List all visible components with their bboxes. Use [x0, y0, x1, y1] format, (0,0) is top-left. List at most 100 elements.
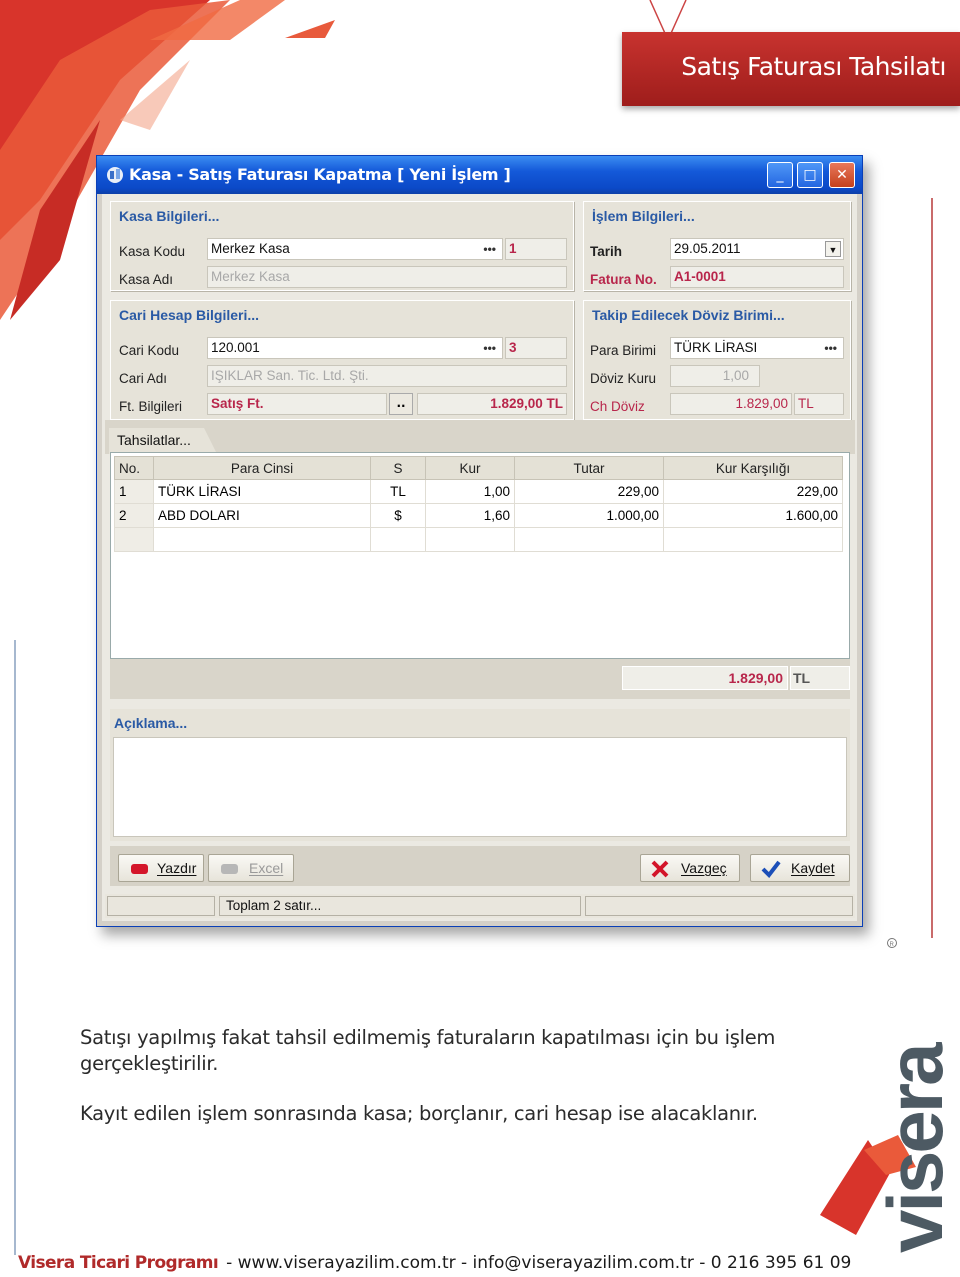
status-cell-1 — [107, 896, 215, 916]
printer-icon — [131, 864, 148, 874]
tab-bar: Tahsilatlar... — [105, 420, 855, 454]
total-amount: 1.829,00 — [622, 666, 788, 690]
app-window: Kasa - Satış Faturası Kapatma [ Yeni İşl… — [96, 155, 863, 927]
cell-empty — [425, 527, 515, 552]
cell-tutar: 1.000,00 — [514, 503, 664, 528]
kasa-kodu-label: Kasa Kodu — [119, 244, 186, 259]
tarih-input[interactable]: 29.05.2011 ▼ — [670, 238, 844, 260]
col-s[interactable]: S — [370, 456, 426, 480]
vazgec-button[interactable]: Vazgeç — [640, 854, 740, 882]
left-divider — [14, 640, 16, 1255]
app-icon — [107, 167, 123, 183]
kaydet-button[interactable]: Kaydet — [750, 854, 850, 882]
cari-adi-label: Cari Adı — [119, 371, 168, 386]
status-bar: Toplam 2 satır... — [105, 894, 855, 918]
kasa-panel-title: Kasa Bilgileri... — [119, 208, 220, 224]
button-bar: Yazdır Excel Vazgeç Kaydet — [110, 846, 850, 886]
col-kur[interactable]: Kur — [425, 456, 515, 480]
cari-no-field: 3 — [505, 337, 567, 359]
cancel-x-icon — [651, 860, 669, 878]
kasa-lookup-icon[interactable]: ••• — [483, 239, 496, 259]
ft-bilgileri-field: Satış Ft. — [207, 393, 387, 415]
col-tutar[interactable]: Tutar — [514, 456, 664, 480]
cell-kur: 1,60 — [425, 503, 515, 528]
table-row-empty[interactable] — [114, 527, 843, 552]
cell-empty — [370, 527, 426, 552]
fatura-no-label: Fatura No. — [590, 272, 657, 287]
description-line-3: Kayıt edilen işlem sonrasında kasa; borç… — [80, 1102, 758, 1125]
ft-select-button[interactable]: .. — [389, 393, 413, 415]
table-row[interactable]: 2 ABD DOLARI $ 1,60 1.000,00 1.600,00 — [114, 503, 843, 528]
islem-panel: İşlem Bilgileri... Tarih 29.05.2011 ▼ Fa… — [583, 201, 851, 291]
cell-kur-karsiligi: 1.600,00 — [663, 503, 843, 528]
cell-para-cinsi: TÜRK LİRASI — [153, 479, 371, 504]
ft-amount-field: 1.829,00 TL — [417, 393, 567, 415]
doviz-kuru-field: 1,00 — [670, 365, 760, 387]
col-no[interactable]: No. — [114, 456, 154, 480]
cell-tutar: 229,00 — [514, 479, 664, 504]
description-line-1: Satışı yapılmış fakat tahsil edilmemiş f… — [80, 1026, 776, 1049]
excel-button[interactable]: Excel — [208, 854, 294, 882]
para-birimi-input[interactable]: TÜRK LİRASI ••• — [670, 337, 844, 359]
col-kur-karsiligi[interactable]: Kur Karşılığı — [663, 456, 843, 480]
cell-para-cinsi: ABD DOLARI — [153, 503, 371, 528]
col-para-cinsi[interactable]: Para Cinsi — [153, 456, 371, 480]
logo-wordmark: visera — [871, 1042, 959, 1253]
cari-lookup-icon[interactable]: ••• — [483, 338, 496, 358]
total-bar: 1.829,00 TL — [110, 659, 850, 699]
cari-panel-title: Cari Hesap Bilgileri... — [119, 307, 260, 323]
dropdown-arrow-icon[interactable]: ▼ — [825, 241, 841, 257]
header-banner: Satış Faturası Tahsilatı — [622, 32, 960, 106]
tarih-label: Tarih — [590, 244, 623, 259]
doviz-panel: Takip Edilecek Döviz Birimi... Para Biri… — [583, 300, 851, 420]
maximize-button[interactable]: □ — [797, 162, 823, 188]
page-title: Satış Faturası Tahsilatı — [681, 52, 946, 81]
ch-doviz-field: 1.829,00 — [670, 393, 792, 415]
ch-doviz-currency: TL — [794, 393, 844, 415]
vazgec-label: Vazgeç — [681, 860, 727, 876]
tab-tahsilatlar[interactable]: Tahsilatlar... — [109, 428, 217, 454]
aciklama-textarea[interactable] — [113, 737, 847, 837]
window-title: Kasa - Satış Faturası Kapatma [ Yeni İşl… — [129, 165, 511, 184]
cari-panel: Cari Hesap Bilgileri... Cari Kodu 120.00… — [110, 300, 574, 420]
status-rows: Toplam 2 satır... — [219, 896, 581, 916]
kasa-kodu-input[interactable]: Merkez Kasa ••• — [207, 238, 503, 260]
kaydet-label: Kaydet — [791, 860, 835, 876]
yazdir-button[interactable]: Yazdır — [118, 854, 204, 882]
doviz-panel-title: Takip Edilecek Döviz Birimi... — [592, 307, 785, 323]
excel-icon — [221, 864, 238, 874]
cell-kur-karsiligi: 229,00 — [663, 479, 843, 504]
close-button[interactable]: ✕ — [829, 162, 855, 188]
cell-empty — [663, 527, 843, 552]
footer-contact[interactable]: - www.viserayazilim.com.tr - info@visera… — [226, 1253, 851, 1273]
tarih-value: 29.05.2011 — [674, 241, 741, 256]
cell-kur: 1,00 — [425, 479, 515, 504]
aciklama-title: Açıklama... — [114, 715, 188, 731]
cari-kodu-label: Cari Kodu — [119, 343, 180, 358]
cari-kodu-input[interactable]: 120.001 ••• — [207, 337, 503, 359]
excel-label: Excel — [249, 860, 284, 876]
para-lookup-icon[interactable]: ••• — [824, 338, 837, 358]
cell-no: 1 — [114, 479, 154, 504]
footer: Visera Ticari Programı - www.viserayazili… — [18, 1253, 958, 1277]
cell-empty — [153, 527, 371, 552]
cell-s: TL — [370, 479, 426, 504]
kasa-no-field: 1 — [505, 238, 567, 260]
para-birimi-label: Para Birimi — [590, 343, 657, 358]
window-titlebar[interactable]: Kasa - Satış Faturası Kapatma [ Yeni İşl… — [97, 156, 862, 194]
total-currency: TL — [790, 666, 850, 690]
kasa-panel: Kasa Bilgileri... Kasa Kodu Merkez Kasa … — [110, 201, 574, 291]
kasa-adi-field: Merkez Kasa — [207, 266, 567, 288]
ft-bilgileri-label: Ft. Bilgileri — [119, 399, 183, 414]
fatura-no-field: A1-0001 — [670, 266, 844, 288]
tahsilat-grid[interactable]: No. Para Cinsi S Kur Tutar Kur Karşılığı… — [110, 452, 850, 659]
yazdir-label: Yazdır — [157, 860, 197, 876]
status-cell-3 — [585, 896, 853, 916]
para-birimi-value: TÜRK LİRASI — [674, 340, 758, 355]
cell-no — [114, 527, 154, 552]
cari-kodu-value: 120.001 — [211, 340, 260, 355]
minimize-button[interactable]: _ — [767, 162, 793, 188]
footer-brand: Visera Ticari Programı — [18, 1253, 219, 1273]
table-row[interactable]: 1 TÜRK LİRASI TL 1,00 229,00 229,00 — [114, 479, 843, 504]
cari-adi-field: IŞIKLAR San. Tic. Ltd. Şti. — [207, 365, 567, 387]
